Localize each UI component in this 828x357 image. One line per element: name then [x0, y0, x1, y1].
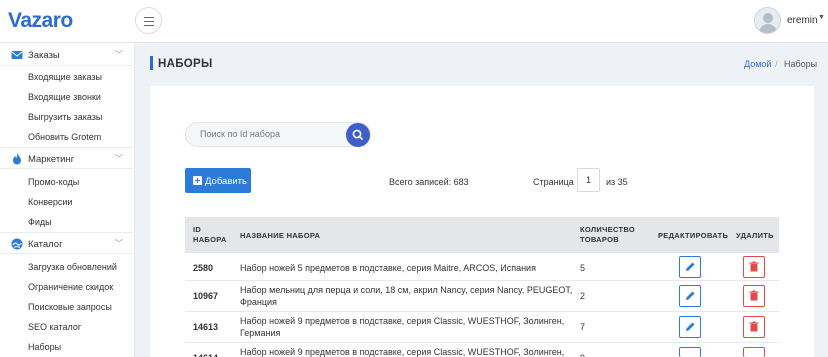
globe-icon [11, 238, 23, 250]
set-id: 10967 [193, 291, 219, 301]
column-header-edit: РЕДАКТИРОВАТЬ [658, 231, 729, 240]
set-id: 14613 [193, 322, 219, 332]
breadcrumb-current: Наборы [784, 59, 818, 69]
add-button-label: Добавить [205, 176, 247, 187]
breadcrumb-home-link[interactable]: Домой [744, 59, 771, 69]
sidebar-section-label: Заказы [28, 50, 60, 61]
delete-button[interactable] [743, 316, 765, 338]
sidebar-section-marketing[interactable]: Маркетинг ﹀ [0, 147, 135, 169]
sidebar-item-sets[interactable]: Наборы [28, 342, 61, 352]
top-bar: Vazaro eremin ▼ [0, 0, 828, 43]
breadcrumb-separator: / [775, 59, 778, 69]
sidebar-item-promo-codes[interactable]: Промо-коды [28, 177, 79, 187]
search-icon [352, 129, 363, 140]
pencil-icon [686, 322, 695, 331]
set-name: Набор ножей 9 предметов в подставке, сер… [240, 347, 565, 357]
search-button[interactable] [346, 123, 370, 147]
page-title: НАБОРЫ [158, 58, 213, 70]
column-header-delete: УДАЛИТЬ [736, 231, 774, 240]
edit-button[interactable] [679, 347, 701, 357]
column-header-quantity: КОЛИЧЕСТВО ТОВАРОВ [580, 225, 636, 244]
delete-button[interactable] [743, 256, 765, 278]
delete-button[interactable] [743, 285, 765, 307]
set-quantity: 2 [580, 291, 586, 301]
sidebar-item-conversions[interactable]: Конверсии [28, 197, 72, 207]
page-count: из 35 [606, 177, 628, 187]
page-label: Страница [533, 177, 574, 187]
sidebar: Заказы ﹀ Входящие заказы Входящие звонки… [0, 43, 135, 357]
trash-icon [749, 261, 759, 272]
edit-button[interactable] [679, 316, 701, 338]
table-header: ID НАБОРА НАЗВАНИЕ НАБОРА КОЛИЧЕСТВО ТОВ… [185, 217, 779, 253]
set-name: Набор ножей 5 предметов в подставке, сер… [240, 263, 536, 273]
search-input[interactable] [200, 129, 340, 139]
search-box [185, 122, 371, 147]
mail-icon [11, 51, 23, 59]
set-name: Набор мельниц для перца и соли, 18 см, а… [240, 285, 573, 307]
sidebar-item-search-queries[interactable]: Поисковые запросы [28, 302, 112, 312]
chevron-down-icon: ﹀ [115, 154, 123, 163]
page-number-input[interactable] [577, 168, 600, 192]
sidebar-item-update-grotem[interactable]: Обновить Grotem [28, 132, 101, 142]
set-id: 2580 [193, 263, 214, 273]
sidebar-item-feeds[interactable]: Фиды [28, 217, 52, 227]
set-quantity: 9 [580, 352, 585, 357]
sidebar-item-incoming-orders[interactable]: Входящие заказы [28, 72, 102, 82]
column-header-id: ID НАБОРА [193, 225, 227, 244]
chevron-down-icon: ﹀ [115, 239, 123, 248]
add-button[interactable]: Добавить [185, 168, 251, 193]
user-avatar[interactable] [754, 7, 781, 34]
sidebar-item-load-updates[interactable]: Загрузка обновлений [28, 262, 117, 272]
edit-button[interactable] [679, 285, 701, 307]
sidebar-section-catalog[interactable]: Каталог ﹀ [0, 232, 135, 254]
title-accent-bar [150, 56, 153, 70]
sidebar-section-orders[interactable]: Заказы ﹀ [0, 44, 135, 66]
pencil-icon [686, 262, 695, 271]
sidebar-section-label: Маркетинг [28, 154, 75, 165]
plus-square-icon [193, 176, 202, 185]
set-id: 14614 [193, 352, 218, 357]
chevron-down-icon[interactable]: ▼ [818, 14, 825, 21]
sidebar-item-seo-catalog[interactable]: SEO каталог [28, 322, 81, 332]
flame-icon [13, 153, 21, 165]
delete-button[interactable] [743, 347, 765, 357]
logo[interactable]: Vazaro [8, 9, 73, 33]
trash-icon [749, 321, 759, 332]
sidebar-item-incoming-calls[interactable]: Входящие звонки [28, 92, 101, 102]
sidebar-section-label: Каталог [28, 239, 63, 250]
set-quantity: 5 [580, 263, 586, 273]
user-name[interactable]: eremin [787, 15, 818, 26]
set-quantity: 7 [580, 322, 586, 332]
column-header-name: НАЗВАНИЕ НАБОРА [240, 231, 321, 240]
set-name: Набор ножей 9 предметов в подставке, сер… [240, 316, 565, 338]
pencil-icon [686, 291, 695, 300]
hamburger-icon [144, 17, 154, 18]
total-records: Всего записей: 683 [389, 177, 469, 187]
edit-button[interactable] [679, 256, 701, 278]
sidebar-item-discount-limits[interactable]: Ограничение скидок [28, 282, 113, 292]
trash-icon [749, 290, 759, 301]
hamburger-menu-button[interactable] [135, 7, 162, 34]
chevron-down-icon: ﹀ [115, 50, 123, 59]
sidebar-item-export-orders[interactable]: Выгрузить заказы [28, 112, 102, 122]
